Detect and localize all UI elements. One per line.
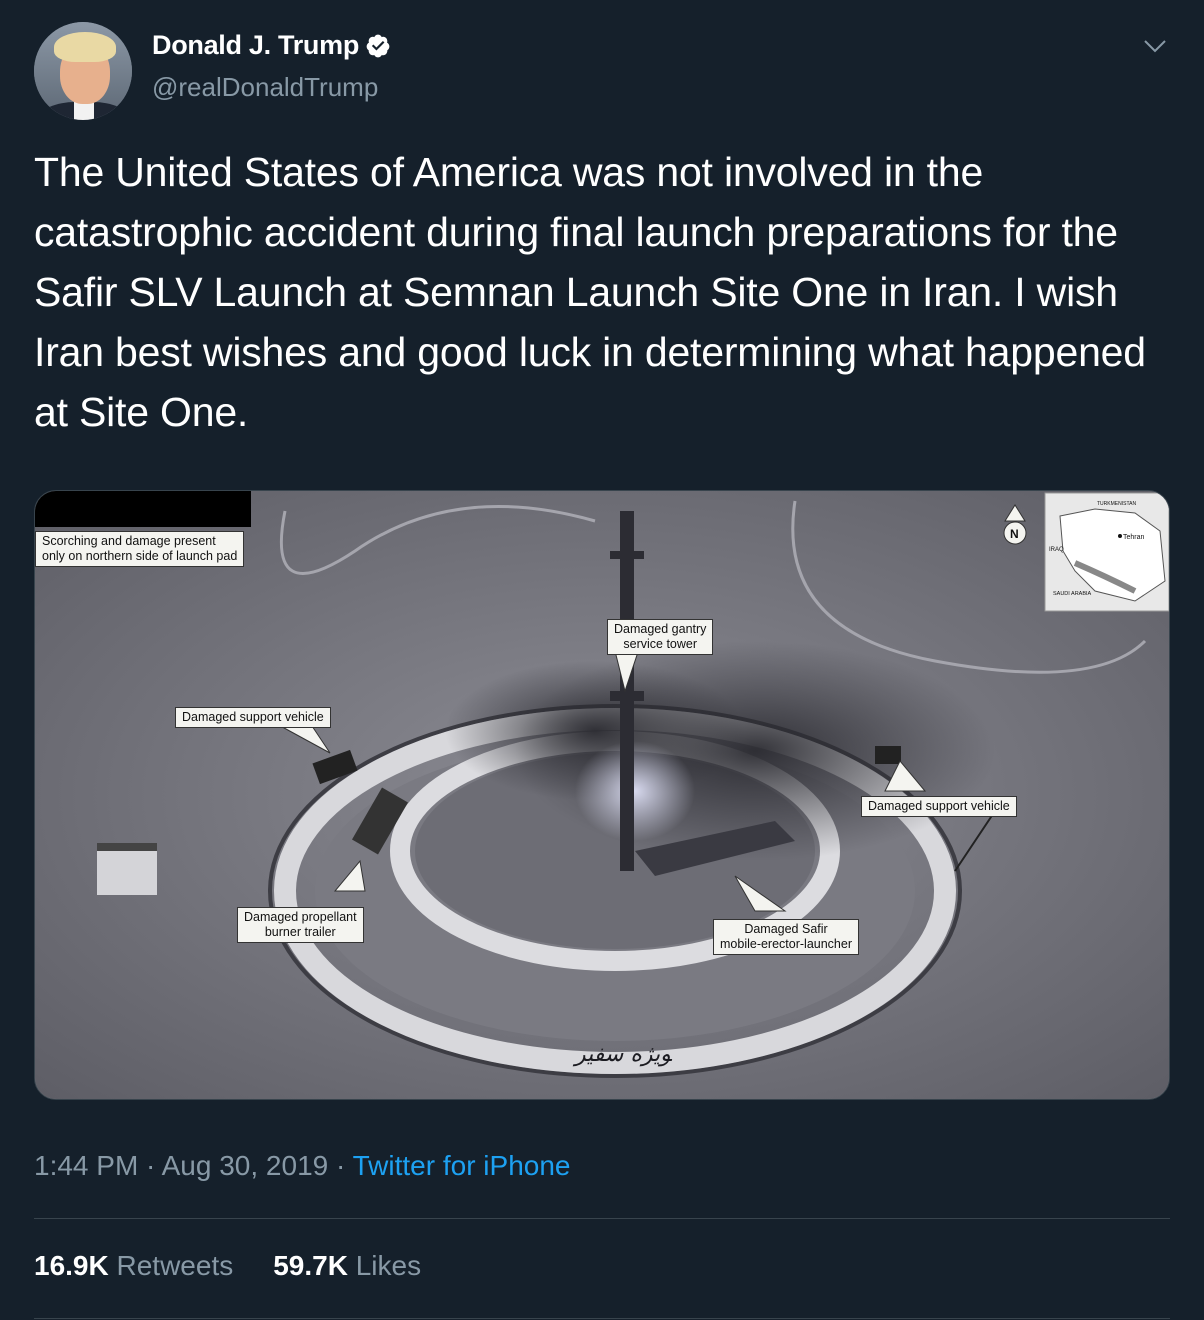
annotation-safir-launcher: Damaged Safir mobile-erector-launcher [713,919,860,955]
map-label-iraq: IRAQ [1049,547,1064,553]
tweet-date[interactable]: Aug 30, 2019 [162,1150,329,1181]
annotation-propellant-trailer: Damaged propellant burner trailer [237,907,364,943]
tweet-time[interactable]: 1:44 PM [34,1150,138,1181]
divider-bottom [34,1318,1170,1319]
annotation-support-vehicle-right: Damaged support vehicle [861,796,1017,817]
chevron-down-icon[interactable] [1143,34,1167,58]
tweet-stats: 16.9K Retweets 59.7K Likes [34,1250,461,1282]
tweet-card[interactable]: Donald J. Trump @realDonaldTrump The Uni… [0,0,1204,1320]
divider [34,1218,1170,1219]
svg-text:ﻮﻳﮋﻩ ﺳﻔﻴﺮ: ﻮﻳﮋﻩ ﺳﻔﻴﺮ [572,1042,673,1067]
annotation-gantry: Damaged gantry service tower [607,619,714,655]
retweets-stat[interactable]: 16.9K Retweets [34,1250,233,1282]
annotation-support-vehicle-left: Damaged support vehicle [175,707,331,728]
annotation-scorching: Scorching and damage present only on nor… [35,531,245,567]
verified-badge-icon [366,34,390,57]
tweet-text: The United States of America was not inv… [34,149,1146,435]
map-label-turkmenistan: TURKMENISTAN [1097,501,1136,507]
tweet-timestamp: 1:44 PM · Aug 30, 2019 · Twitter for iPh… [34,1150,570,1182]
redaction-bar [35,491,251,527]
likes-stat[interactable]: 59.7K Likes [273,1250,421,1282]
tweet-source-link[interactable]: Twitter for iPhone [353,1150,571,1181]
north-label: N [1010,527,1019,541]
author-handle[interactable]: @realDonaldTrump [152,72,378,103]
tweet-image[interactable]: ﻮﻳﮋﻩ ﺳﻔﻴﺮ N Tehran IRAQ SAUDI ARABIA TUR… [34,490,1170,1100]
separator-1: · [138,1150,162,1181]
likes-label: Likes [355,1250,422,1281]
retweets-label: Retweets [116,1250,234,1281]
author-name[interactable]: Donald J. Trump [152,30,359,61]
avatar[interactable] [34,22,132,120]
separator-2: · [328,1150,353,1181]
author-name-row[interactable]: Donald J. Trump [152,30,391,61]
satellite-image: ﻮﻳﮋﻩ ﺳﻔﻴﺮ N Tehran IRAQ SAUDI ARABIA TUR… [35,491,1169,1099]
retweets-count: 16.9K [34,1250,109,1281]
map-label-tehran: Tehran [1123,534,1145,541]
map-label-saudi: SAUDI ARABIA [1053,591,1092,597]
likes-count: 59.7K [273,1250,348,1281]
